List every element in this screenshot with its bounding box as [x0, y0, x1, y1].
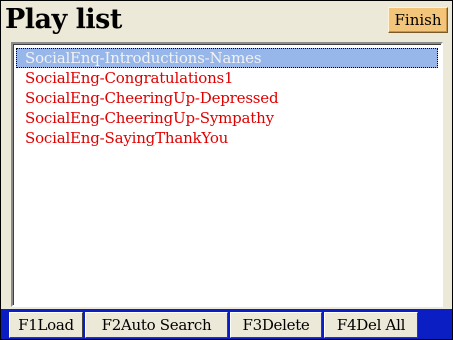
playlist-panel: SocialEnq-Introductions-Names SocialEng-… [11, 42, 443, 307]
playlist-item[interactable]: SocialEng-Congratulations1 [16, 68, 438, 88]
function-key-bar: F1Load F2Auto Search F3Delete F4Del All [1, 309, 452, 339]
f4-delete-all-button[interactable]: F4Del All [324, 312, 418, 338]
f3-delete-button[interactable]: F3Delete [230, 312, 322, 338]
finish-button[interactable]: Finish [388, 7, 448, 33]
playlist-item[interactable]: SocialEnq-Introductions-Names [16, 48, 438, 68]
playlist-item[interactable]: SocialEng-CheeringUp-Sympathy [16, 108, 438, 128]
playlist-item[interactable]: SocialEng-SayingThankYou [16, 128, 438, 148]
playlist-item[interactable]: SocialEng-CheeringUp-Depressed [16, 88, 438, 108]
f1-load-button[interactable]: F1Load [9, 312, 83, 338]
playlist-list: SocialEnq-Introductions-Names SocialEng-… [13, 44, 441, 148]
f2-auto-search-button[interactable]: F2Auto Search [85, 312, 228, 338]
page-title: Play list [5, 4, 122, 35]
playlist-window: Play list Finish SocialEnq-Introductions… [0, 0, 453, 340]
